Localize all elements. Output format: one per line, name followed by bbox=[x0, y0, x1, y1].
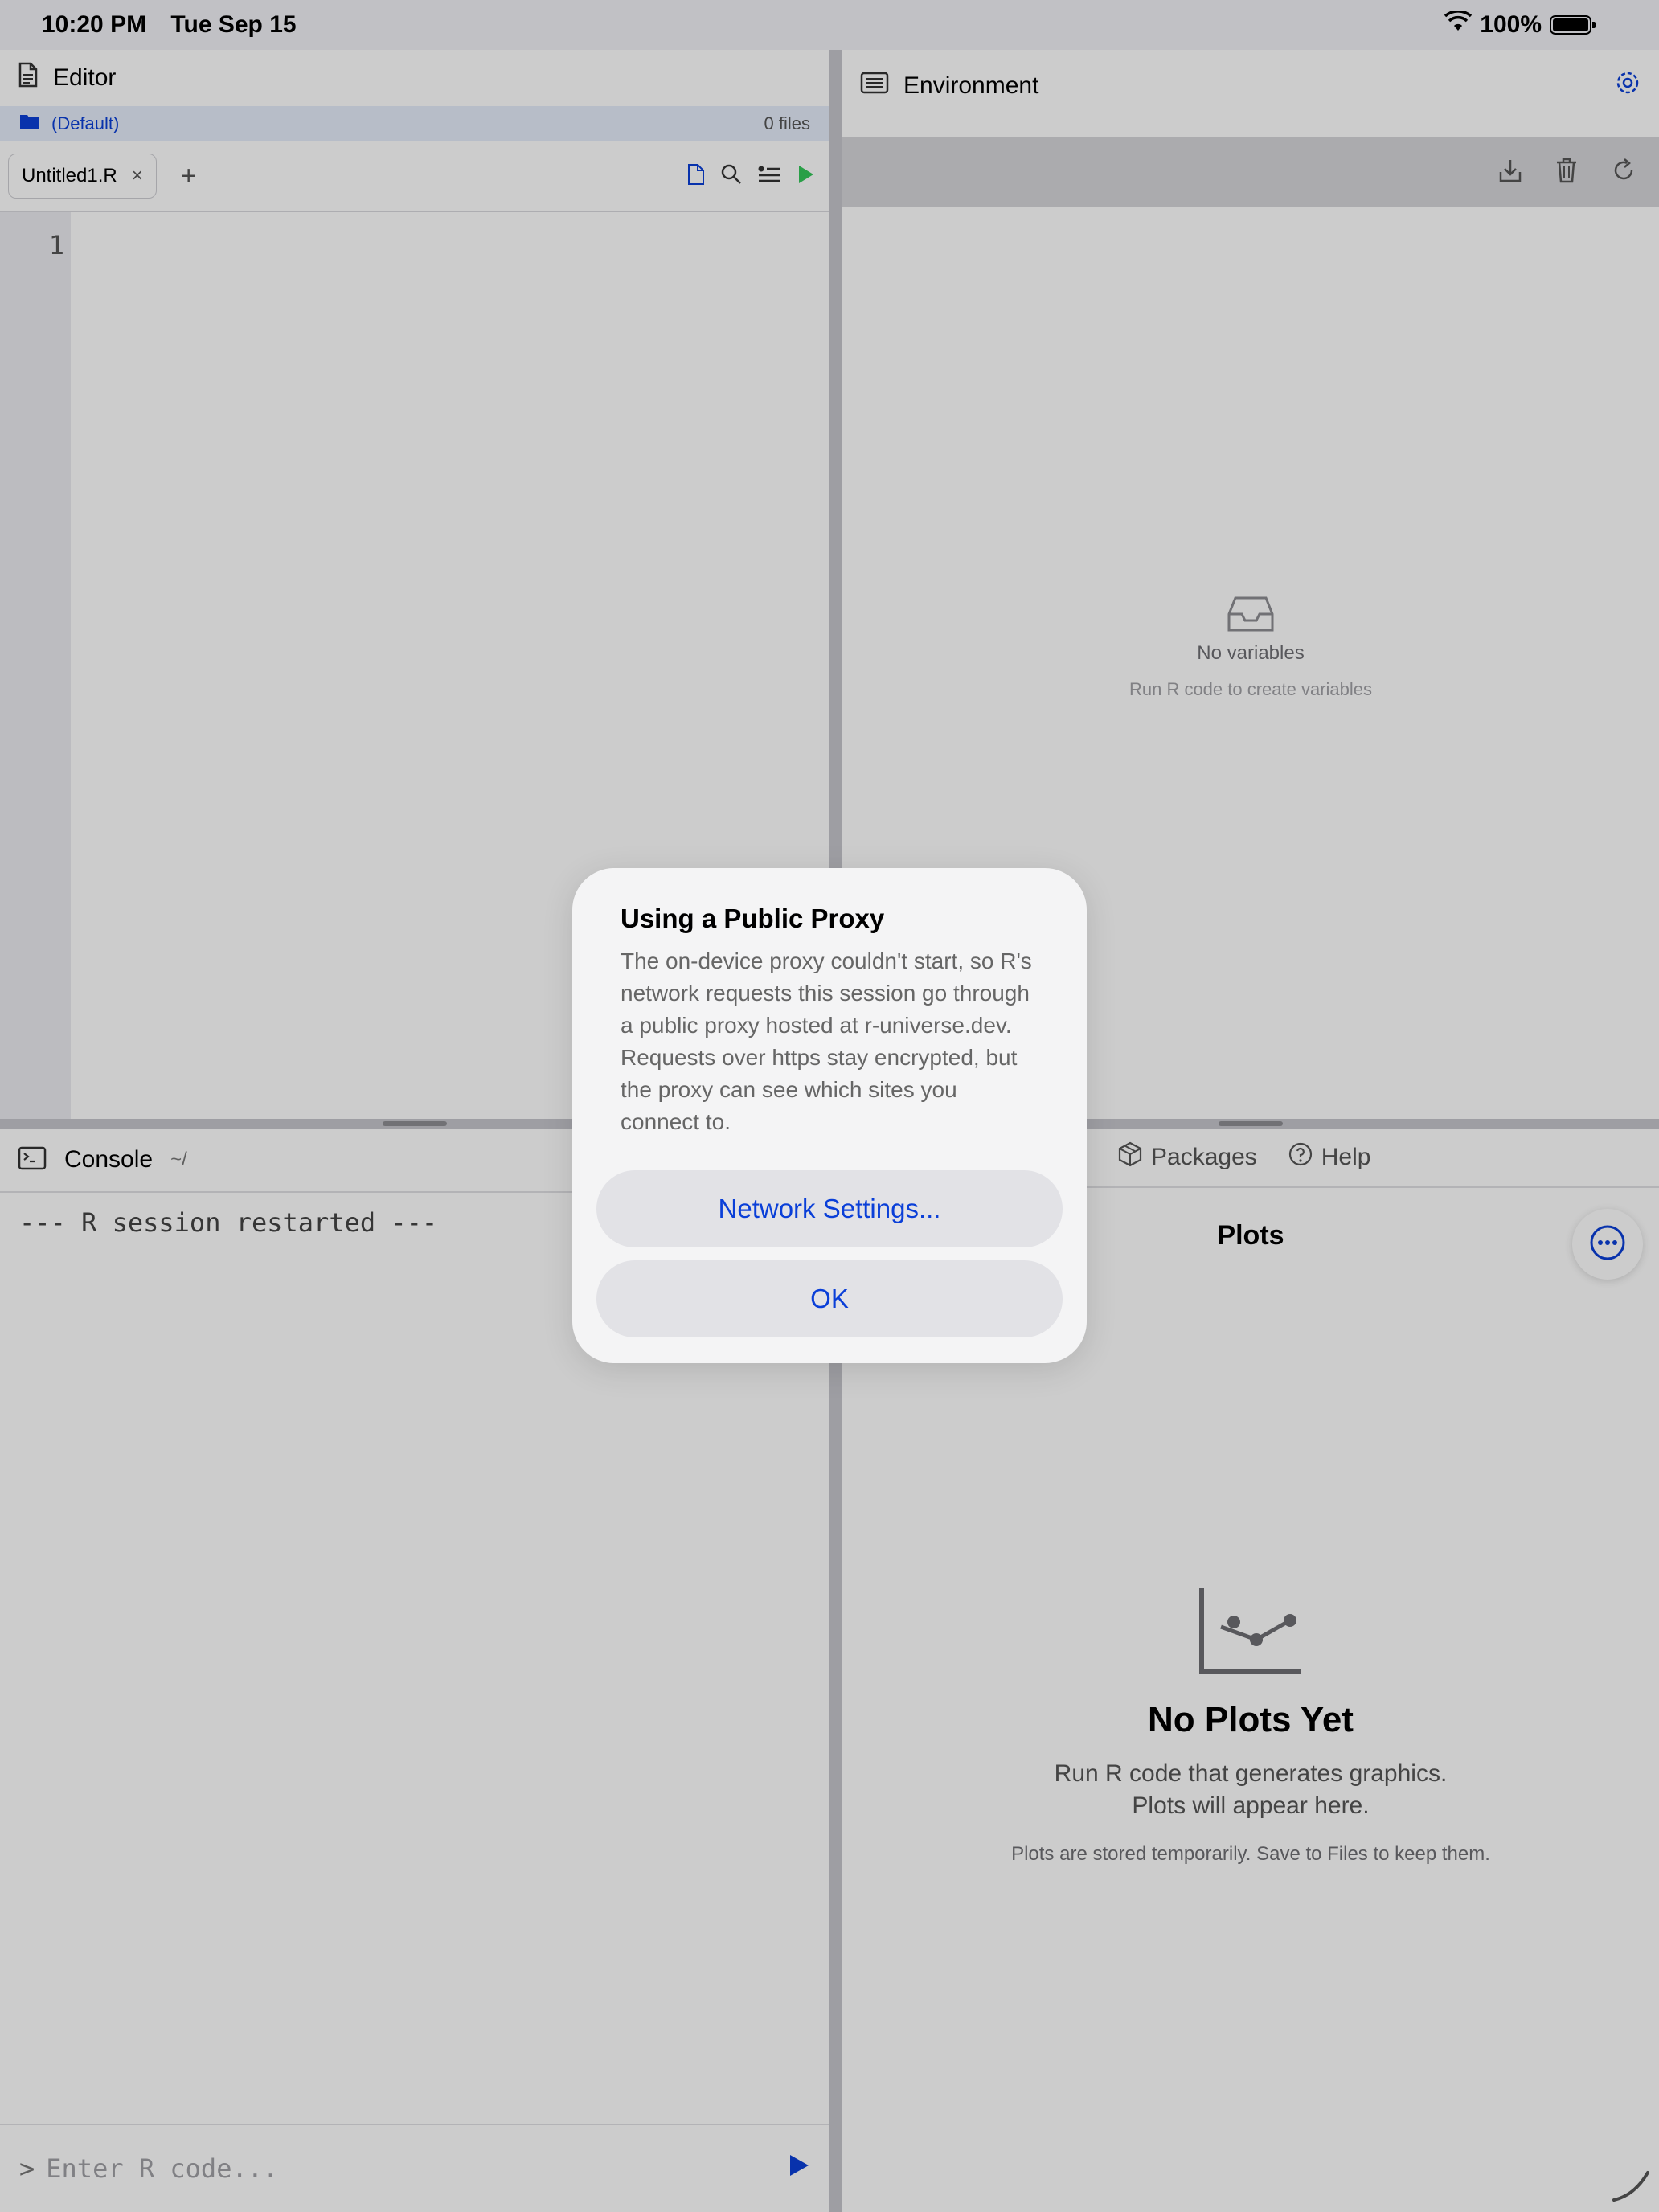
network-settings-button[interactable]: Network Settings... bbox=[596, 1170, 1063, 1247]
ok-button[interactable]: OK bbox=[596, 1260, 1063, 1337]
screen: 10:20 PM Tue Sep 15 100% Editor (Default… bbox=[0, 0, 1659, 2212]
proxy-alert-dialog: Using a Public Proxy The on-device proxy… bbox=[572, 868, 1087, 1363]
alert-message: The on-device proxy couldn't start, so R… bbox=[621, 948, 1032, 1134]
alert-title: Using a Public Proxy bbox=[621, 903, 885, 933]
